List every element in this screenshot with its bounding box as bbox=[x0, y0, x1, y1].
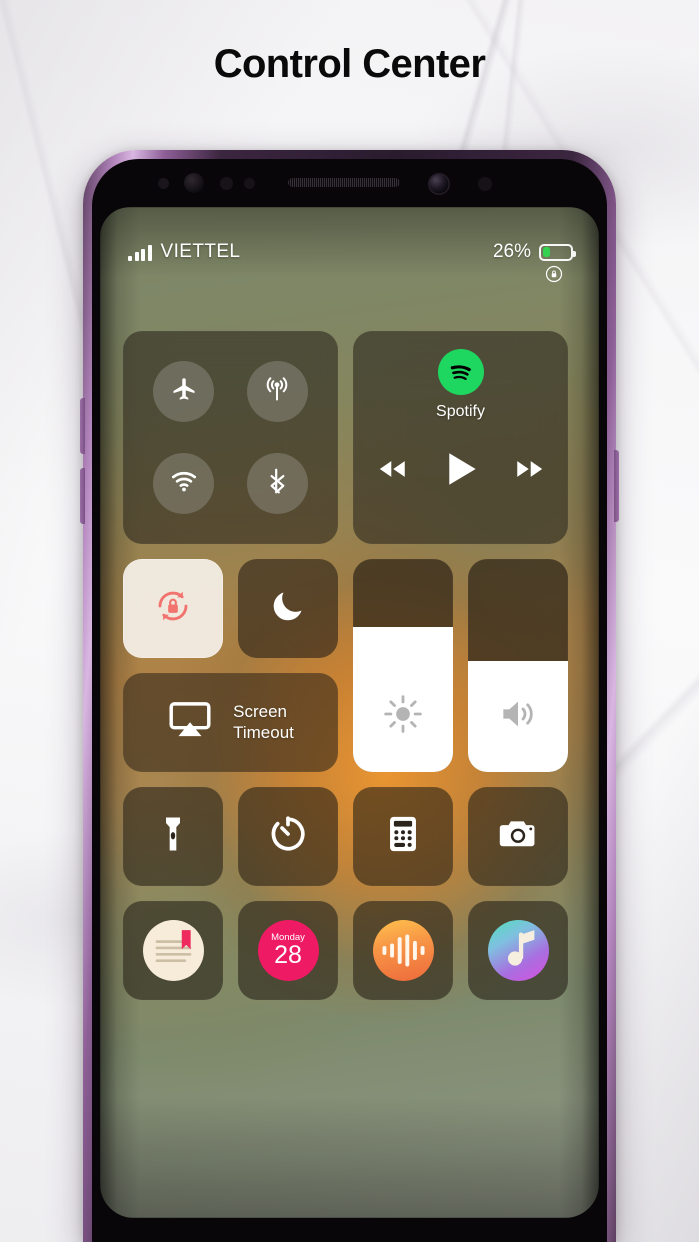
camera-button[interactable] bbox=[468, 787, 568, 886]
volume-up-button[interactable] bbox=[80, 398, 85, 454]
volume-down-button[interactable] bbox=[80, 468, 85, 524]
status-bar-right: 26% bbox=[492, 241, 576, 263]
spotify-logo[interactable] bbox=[437, 349, 484, 395]
music-app-button[interactable] bbox=[468, 901, 568, 1000]
calculator-icon bbox=[382, 813, 424, 860]
secondary-sensor-icon bbox=[478, 177, 492, 191]
timer-icon bbox=[267, 813, 309, 860]
status-bar: VIETTEL 26% bbox=[100, 241, 599, 287]
cc-row-1: Spotify bbox=[123, 331, 576, 544]
flashlight-icon bbox=[152, 813, 194, 860]
power-button[interactable] bbox=[614, 450, 619, 522]
calendar-icon: Monday 28 bbox=[257, 920, 319, 981]
airplane-icon bbox=[170, 375, 198, 408]
screen-timeout-label-line2: Timeout bbox=[233, 722, 294, 742]
control-center-grid: Spotify Screen Timeout Monday 28 bbox=[123, 331, 576, 1015]
calendar-day: 28 bbox=[274, 941, 302, 970]
calendar-app-button[interactable]: Monday 28 bbox=[238, 901, 338, 1000]
cc-row-4-apps: Monday 28 bbox=[123, 901, 576, 1000]
signal-strength-icon bbox=[128, 244, 152, 261]
small-toggles-row bbox=[123, 559, 338, 658]
wifi-icon bbox=[170, 467, 198, 500]
notes-icon bbox=[142, 920, 204, 981]
volume-slider[interactable] bbox=[468, 559, 568, 772]
do-not-disturb-toggle[interactable] bbox=[238, 559, 338, 658]
battery-percent-label: 26% bbox=[492, 241, 531, 262]
media-player-panel: Spotify bbox=[353, 331, 568, 544]
notes-app-button[interactable] bbox=[123, 901, 223, 1000]
calculator-button[interactable] bbox=[353, 787, 453, 886]
volume-speaker-icon bbox=[468, 694, 568, 734]
screen-timeout-label-line1: Screen bbox=[233, 701, 287, 721]
rotation-lock-icon bbox=[153, 586, 193, 631]
battery-icon bbox=[539, 243, 576, 261]
status-bar-left: VIETTEL bbox=[128, 241, 240, 263]
iris-scanner-icon bbox=[184, 173, 204, 193]
carrier-name: VIETTEL bbox=[160, 241, 241, 262]
bluetooth-icon bbox=[263, 467, 291, 500]
flashlight-button[interactable] bbox=[123, 787, 223, 886]
music-note-icon bbox=[487, 920, 549, 981]
cc-row-3-utilities bbox=[123, 787, 576, 886]
rotation-lock-status-icon bbox=[545, 265, 563, 283]
rewind-icon[interactable] bbox=[375, 452, 409, 491]
cellular-data-button[interactable] bbox=[246, 360, 308, 422]
rotation-lock-toggle[interactable] bbox=[123, 559, 223, 658]
phone-bezel: VIETTEL 26% Spotify Screen Timeout Monda… bbox=[92, 159, 607, 1242]
voice-recorder-app-button[interactable] bbox=[353, 901, 453, 1000]
brightness-sun-icon bbox=[353, 694, 453, 734]
wifi-button[interactable] bbox=[153, 453, 215, 515]
cc-row-2: Screen Timeout bbox=[123, 559, 576, 772]
earpiece-speaker-grille bbox=[288, 178, 400, 187]
toggles-column: Screen Timeout bbox=[123, 559, 338, 772]
connectivity-panel bbox=[123, 331, 338, 544]
screen-timeout-tile[interactable]: Screen Timeout bbox=[123, 673, 338, 772]
brightness-slider[interactable] bbox=[353, 559, 453, 772]
bluetooth-button[interactable] bbox=[246, 453, 308, 515]
front-camera-lens bbox=[428, 173, 450, 195]
voice-recorder-icon bbox=[372, 920, 434, 981]
proximity-sensor-icon bbox=[158, 178, 169, 189]
top-bezel-sensors bbox=[92, 159, 607, 207]
phone-device-frame: VIETTEL 26% Spotify Screen Timeout Monda… bbox=[80, 150, 619, 1242]
light-sensor-icon bbox=[220, 177, 233, 190]
moon-icon bbox=[269, 587, 307, 630]
bottom-bezel bbox=[92, 1218, 607, 1242]
camera-icon bbox=[497, 813, 539, 860]
media-app-name: Spotify bbox=[436, 403, 485, 420]
play-icon[interactable] bbox=[439, 447, 483, 496]
battery-fill bbox=[542, 247, 550, 257]
airplay-screen-icon bbox=[167, 697, 213, 748]
screen-timeout-label: Screen Timeout bbox=[233, 702, 294, 743]
led-indicator-icon bbox=[244, 178, 255, 189]
phone-screen: VIETTEL 26% Spotify Screen Timeout Monda… bbox=[100, 207, 599, 1218]
cellular-antenna-icon bbox=[263, 375, 291, 408]
airplane-mode-button[interactable] bbox=[153, 360, 215, 422]
media-controls bbox=[353, 447, 568, 496]
timer-button[interactable] bbox=[238, 787, 338, 886]
fast-forward-icon[interactable] bbox=[513, 452, 547, 491]
page-title: Control Center bbox=[213, 42, 486, 86]
